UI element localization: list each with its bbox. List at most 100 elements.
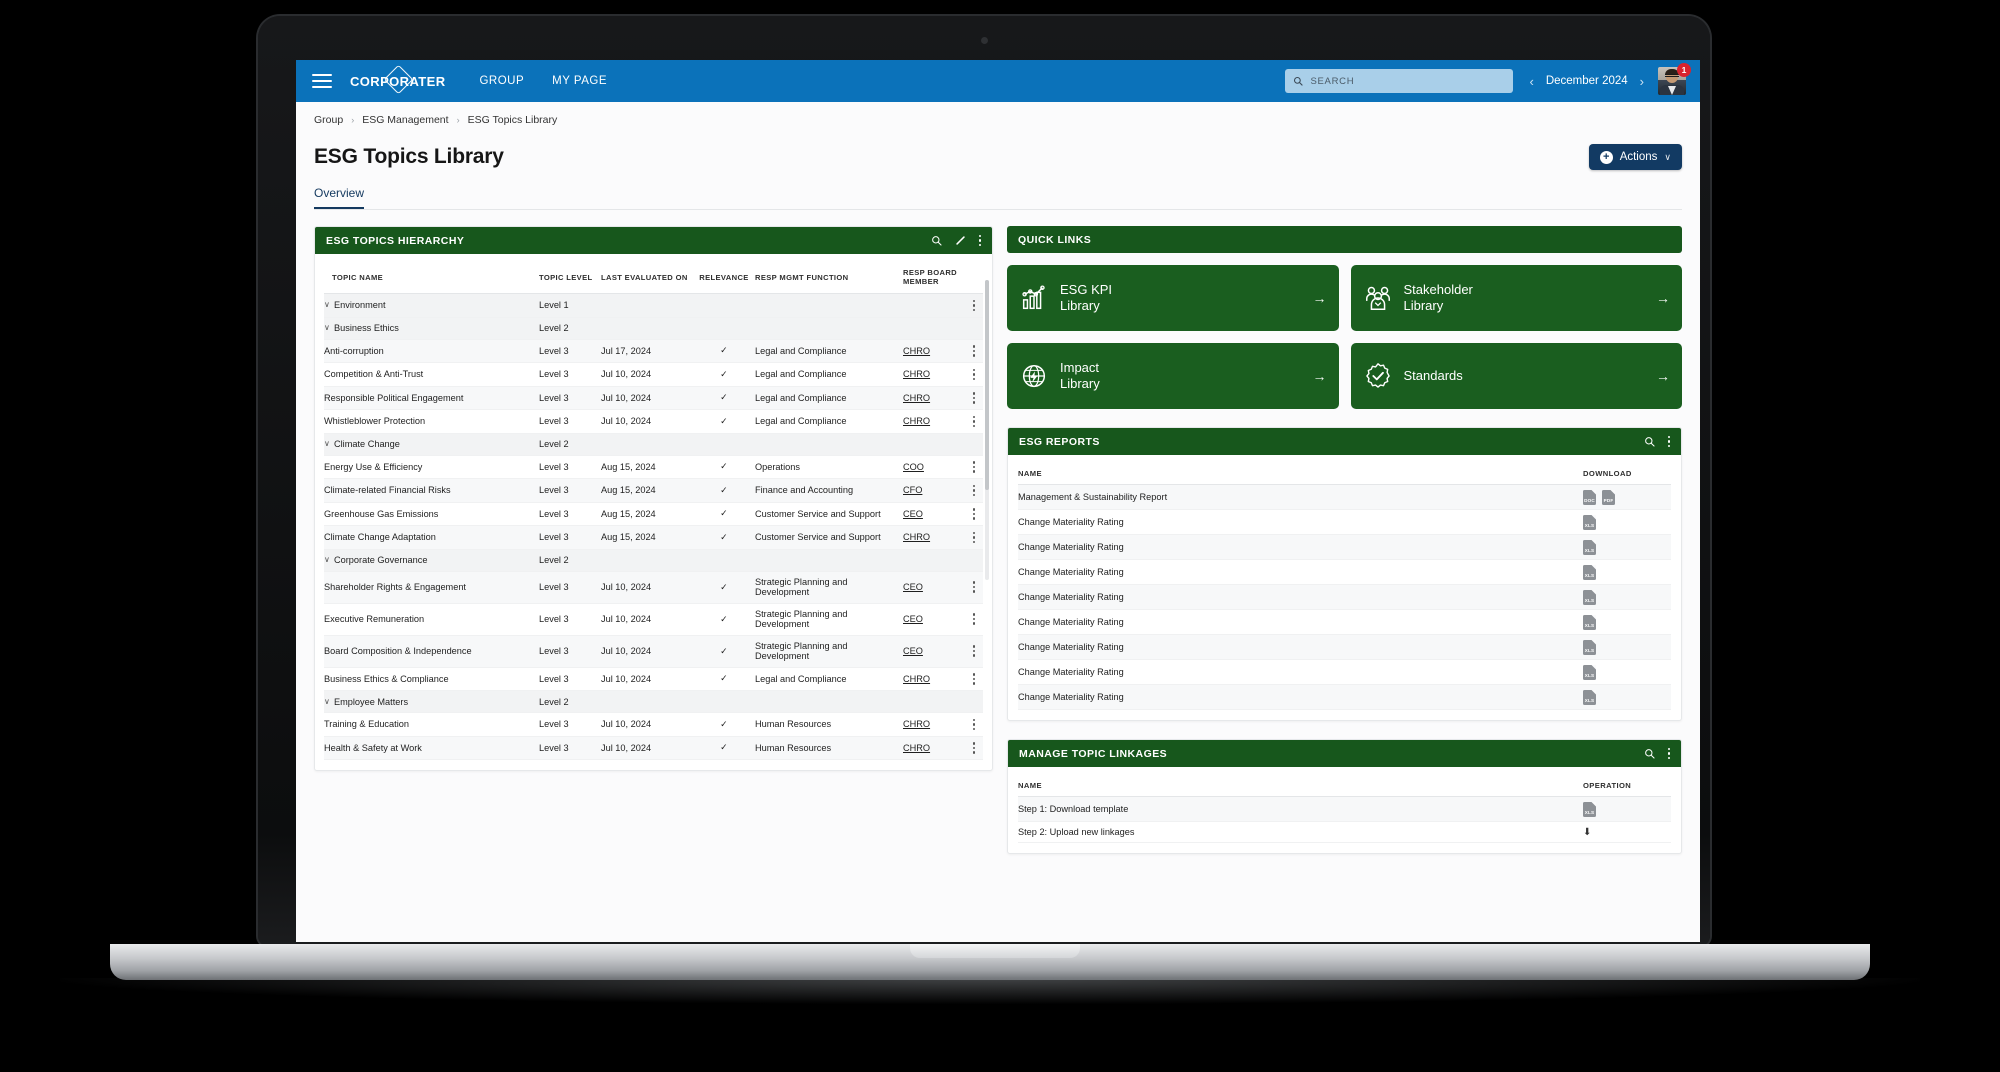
brand-logo[interactable]: CORPORATER bbox=[350, 64, 445, 94]
topic-name-cell[interactable]: Responsible Political Engagement bbox=[324, 386, 539, 410]
nav-item-group[interactable]: GROUP bbox=[479, 75, 524, 87]
topic-name-cell[interactable]: Energy Use & Efficiency bbox=[324, 455, 539, 479]
actions-button[interactable]: + Actions ∨ bbox=[1588, 144, 1682, 170]
table-row[interactable]: ∨ Climate Change Level 2 bbox=[324, 433, 983, 456]
table-row[interactable]: ∨ Business Ethics Level 2 bbox=[324, 317, 983, 340]
hamburger-menu-icon[interactable] bbox=[312, 70, 332, 92]
board-member-link[interactable]: CHRO bbox=[903, 393, 930, 403]
chevron-down-icon[interactable]: ∨ bbox=[324, 555, 334, 564]
row-more-options-icon[interactable] bbox=[965, 293, 983, 318]
table-row[interactable]: ∨ Corporate Governance Level 2 bbox=[324, 549, 983, 572]
table-row[interactable]: ∨ Environment Level 1 bbox=[324, 293, 983, 318]
file-xls-icon[interactable]: XLS bbox=[1583, 539, 1596, 555]
linkages-search-icon[interactable] bbox=[1644, 748, 1655, 759]
table-row[interactable]: Climate Change Adaptation Level 3 Aug 15, … bbox=[324, 525, 983, 550]
topic-name-cell[interactable]: Greenhouse Gas Emissions bbox=[324, 502, 539, 526]
esg-reports-action-cell[interactable]: XLS bbox=[1583, 509, 1671, 535]
table-row[interactable]: Change Materiality Rating XLS bbox=[1018, 584, 1671, 610]
quick-link-stakeholder-library[interactable]: Stakeholder Library → bbox=[1350, 265, 1682, 331]
table-row[interactable]: Step 2: Upload new linkages ⬇ bbox=[1018, 821, 1671, 843]
linkages-action-cell[interactable]: ⬇ bbox=[1583, 821, 1671, 843]
table-row[interactable]: Change Materiality Rating XLS bbox=[1018, 559, 1671, 585]
table-row[interactable]: Change Materiality Rating XLS bbox=[1018, 634, 1671, 660]
table-row[interactable]: Change Materiality Rating XLS bbox=[1018, 509, 1671, 535]
topic-name-cell[interactable]: Health & Safety at Work bbox=[324, 736, 539, 760]
row-more-options-icon[interactable] bbox=[965, 571, 983, 604]
chevron-down-icon[interactable]: ∨ bbox=[324, 697, 334, 706]
download-icon[interactable]: ⬇ bbox=[1583, 827, 1591, 838]
file-doc-icon[interactable]: DOC bbox=[1583, 489, 1596, 505]
table-row[interactable]: Anti-corruption Level 3 Jul 17, 2024 ✓ Legal… bbox=[324, 339, 983, 363]
table-row[interactable]: Change Materiality Rating XLS bbox=[1018, 684, 1671, 710]
row-more-options-icon[interactable] bbox=[965, 712, 983, 737]
quick-link-esg-kpi-library[interactable]: ESG KPI Library → bbox=[1007, 265, 1339, 331]
table-row[interactable]: Management & Sustainability Report DOC PDF bbox=[1018, 484, 1671, 510]
board-member-link[interactable]: CHRO bbox=[903, 346, 930, 356]
topic-name-cell[interactable]: ∨ Environment bbox=[324, 293, 539, 318]
file-xls-icon[interactable]: XLS bbox=[1583, 614, 1596, 630]
file-xls-icon[interactable]: XLS bbox=[1583, 639, 1596, 655]
board-member-link[interactable]: CEO bbox=[903, 509, 923, 519]
row-more-options-icon[interactable] bbox=[965, 339, 983, 363]
topic-name-cell[interactable]: Climate-related Financial Risks bbox=[324, 478, 539, 503]
topic-name-cell[interactable]: ∨ Employee Matters bbox=[324, 690, 539, 713]
chevron-down-icon[interactable]: ∨ bbox=[324, 300, 334, 309]
table-row[interactable]: Responsible Political Engagement Level 3J… bbox=[324, 386, 983, 410]
file-xls-icon[interactable]: XLS bbox=[1583, 689, 1596, 705]
board-member-link[interactable]: CHRO bbox=[903, 674, 930, 684]
row-more-options-icon[interactable] bbox=[965, 455, 983, 479]
breadcrumb-item-group[interactable]: Group bbox=[314, 114, 343, 126]
board-member-link[interactable]: CEO bbox=[903, 582, 923, 592]
row-more-options-icon[interactable] bbox=[965, 635, 983, 668]
topic-name-cell[interactable]: ∨ Corporate Governance bbox=[324, 549, 539, 572]
chevron-down-icon[interactable]: ∨ bbox=[324, 323, 334, 332]
row-more-options-icon[interactable] bbox=[965, 525, 983, 550]
topic-name-cell[interactable]: Competition & Anti-Trust bbox=[324, 362, 539, 387]
chevron-down-icon[interactable]: ∨ bbox=[324, 439, 334, 448]
quick-link-impact-library[interactable]: Impact Library → bbox=[1007, 343, 1339, 409]
topic-name-cell[interactable]: Shareholder Rights & Engagement bbox=[324, 571, 539, 604]
table-row[interactable]: Change Materiality Rating XLS bbox=[1018, 534, 1671, 560]
nav-item-my-page[interactable]: MY PAGE bbox=[552, 75, 607, 87]
table-row[interactable]: Executive Remuneration Level 3 Jul 10, 202… bbox=[324, 603, 983, 636]
row-more-options-icon[interactable] bbox=[965, 603, 983, 636]
row-more-options-icon[interactable] bbox=[965, 502, 983, 526]
table-row[interactable]: Training & Education Level 3 Jul 10, 2024 ✓… bbox=[324, 712, 983, 737]
global-search-input[interactable]: SEARCH bbox=[1285, 69, 1514, 93]
row-more-options-icon[interactable] bbox=[965, 409, 983, 434]
esg-reports-action-cell[interactable]: XLS bbox=[1583, 659, 1671, 685]
table-row[interactable]: Change Materiality Rating XLS bbox=[1018, 609, 1671, 635]
topic-name-cell[interactable]: Whistleblower Protection bbox=[324, 409, 539, 434]
table-row[interactable]: Change Materiality Rating XLS bbox=[1018, 659, 1671, 685]
row-more-options-icon[interactable] bbox=[965, 667, 983, 691]
table-row[interactable]: Competition & Anti-Trust Level 3 Jul 10, 2… bbox=[324, 362, 983, 387]
board-member-link[interactable]: CHRO bbox=[903, 719, 930, 729]
esg-reports-action-cell[interactable]: XLS bbox=[1583, 609, 1671, 635]
topic-name-cell[interactable]: Anti-corruption bbox=[324, 339, 539, 363]
board-member-link[interactable]: CHRO bbox=[903, 416, 930, 426]
topic-name-cell[interactable]: Board Composition & Independence bbox=[324, 635, 539, 668]
row-more-options-icon[interactable] bbox=[965, 386, 983, 410]
esg-reports-action-cell[interactable]: XLS bbox=[1583, 634, 1671, 660]
table-row[interactable]: Business Ethics & Compliance Level 3 Jul 1… bbox=[324, 667, 983, 691]
hierarchy-more-options-icon[interactable] bbox=[978, 234, 981, 247]
table-row[interactable]: Health & Safety at Work Level 3 Jul 10, 20… bbox=[324, 736, 983, 760]
esg-reports-action-cell[interactable]: DOC PDF bbox=[1583, 484, 1671, 510]
topic-name-cell[interactable]: Executive Remuneration bbox=[324, 603, 539, 636]
notification-badge[interactable]: 1 bbox=[1677, 63, 1691, 77]
table-row[interactable]: Climate-related Financial Risks Level 3 Au… bbox=[324, 478, 983, 503]
esg-reports-action-cell[interactable]: XLS bbox=[1583, 584, 1671, 610]
breadcrumb-item-esg-management[interactable]: ESG Management bbox=[362, 114, 448, 126]
table-row[interactable]: Energy Use & Efficiency Level 3 Aug 15, 20… bbox=[324, 455, 983, 479]
row-more-options-icon[interactable] bbox=[965, 736, 983, 760]
breadcrumb-item-esg-topics-library[interactable]: ESG Topics Library bbox=[468, 114, 558, 126]
table-row[interactable]: Whistleblower Protection Level 3 Jul 10, 2… bbox=[324, 409, 983, 434]
board-member-link[interactable]: CEO bbox=[903, 614, 923, 624]
topic-name-cell[interactable]: ∨ Business Ethics bbox=[324, 317, 539, 340]
file-xls-icon[interactable]: XLS bbox=[1583, 564, 1596, 580]
esg-reports-action-cell[interactable]: XLS bbox=[1583, 559, 1671, 585]
topic-name-cell[interactable]: Climate Change Adaptation bbox=[324, 525, 539, 550]
table-row[interactable]: Step 1: Download template XLS bbox=[1018, 796, 1671, 822]
user-avatar-wrapper[interactable]: 1 bbox=[1658, 63, 1691, 95]
tab-overview[interactable]: Overview bbox=[314, 186, 365, 209]
